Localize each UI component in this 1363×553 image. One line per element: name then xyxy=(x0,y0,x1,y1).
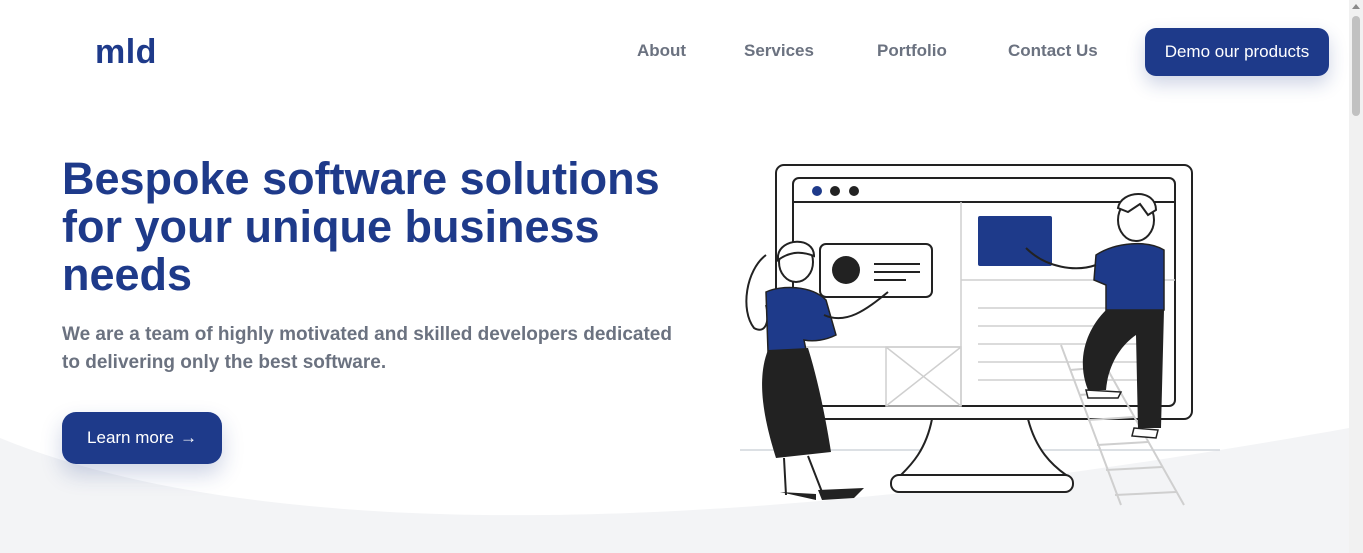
arrow-right-icon: → xyxy=(179,428,197,447)
scroll-up-arrow-icon[interactable] xyxy=(1352,4,1360,9)
landing-page: mld About Services Portfolio Contact Us … xyxy=(0,0,1363,553)
nav-link-services[interactable]: Services xyxy=(744,41,814,61)
demo-products-button[interactable]: Demo our products xyxy=(1145,28,1329,76)
scrollbar-thumb[interactable] xyxy=(1352,16,1360,116)
brand-logo[interactable]: mld xyxy=(95,33,157,72)
vertical-scrollbar[interactable] xyxy=(1349,0,1363,553)
learn-more-label: Learn more xyxy=(87,428,174,447)
nav-link-portfolio[interactable]: Portfolio xyxy=(877,41,947,61)
hero-title: Bespoke software solutions for your uniq… xyxy=(62,153,660,300)
learn-more-button[interactable]: Learn more → xyxy=(62,412,222,464)
nav-link-about[interactable]: About xyxy=(637,41,686,61)
people-building-website-illustration xyxy=(740,164,1220,506)
nav-link-contact-us[interactable]: Contact Us xyxy=(1008,41,1098,61)
hero-subtitle: We are a team of highly motivated and sk… xyxy=(62,324,672,373)
